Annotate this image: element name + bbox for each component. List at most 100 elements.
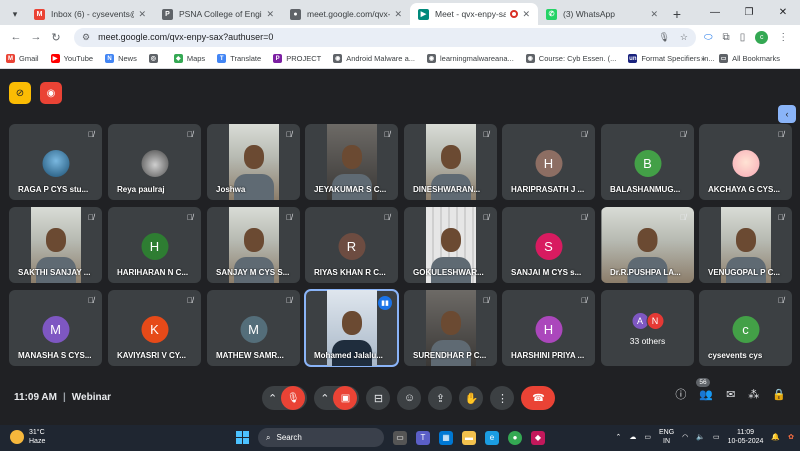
restore-icon[interactable]: ❐ [732,0,766,25]
all-bookmarks-folder[interactable]: ▭ All Bookmarks [719,54,780,63]
reactions-button[interactable]: ☺ [397,386,422,410]
participant-tile[interactable]: 🎙̸ SURENDHAR P C... [404,290,497,366]
reload-icon[interactable]: ↻ [46,31,66,44]
bookmark-star-icon[interactable]: ☆ [680,32,688,43]
participant-tile[interactable]: M 🎙̸ MATHEW SAMR... [207,290,300,366]
file-explorer-icon[interactable]: ▬ [462,430,476,445]
camera-control[interactable]: ⌃ ▣ [314,386,360,410]
side-panel-toggle-icon[interactable]: ‹ [778,105,796,123]
participant-tile[interactable]: M 🎙̸ MANASHA S CYS... [9,290,102,366]
participant-tile[interactable]: B 🎙̸ BALASHANMUG... [601,124,694,200]
host-video-lock-icon[interactable]: ⊘ [9,82,31,104]
wifi-icon[interactable]: ◠ [682,433,688,441]
audio-options-chevron-icon[interactable]: ⌃ [268,392,277,405]
weather-widget[interactable]: 31°C Haze [10,428,45,446]
minimize-icon[interactable]: — [698,0,732,25]
participant-tile[interactable]: 🎙̸ DINESHWARAN... [404,124,497,200]
language-indicator[interactable]: ENG IN [659,428,674,446]
participant-tile[interactable]: 🎙̸ VENUGOPAL P C... [699,207,792,283]
people-icon[interactable]: 👥 56 [696,377,713,401]
bookmark-item[interactable]: ◉ Course: Cyb Essen. (... [525,54,616,63]
task-view-icon[interactable]: ▭ [393,430,407,445]
participant-tile[interactable]: K 🎙̸ KAVIYASRI V CY... [108,290,201,366]
participant-tile[interactable]: S 🎙̸ SANJAI M CYS s... [502,207,595,283]
notification-bell-icon[interactable]: 🔔 [771,433,780,441]
forward-icon[interactable]: → [26,31,46,43]
participant-tile[interactable]: 🎙̸ SAKTHI SANJAY ... [9,207,102,283]
activities-icon[interactable]: ⁂ [748,388,759,401]
microphone-icon[interactable]: 🎙 [658,32,669,43]
recording-icon[interactable]: ◉ [40,82,62,104]
store-icon[interactable]: ▦ [439,430,453,445]
bookmark-item[interactable]: ◎ [148,54,162,63]
app-icon[interactable]: ◆ [531,430,545,445]
volume-icon[interactable]: 🔈 [696,433,705,441]
bookmark-item[interactable]: ◉ learningmalwareana... [427,54,514,63]
close-window-icon[interactable]: ✕ [766,0,800,25]
bookmark-item[interactable]: ◉ Android Malware a... [333,54,415,63]
participant-tile[interactable]: 🎙̸ AKCHAYA G CYS... [699,124,792,200]
extensions-icon[interactable]: ⧉ [723,32,730,43]
taskbar-search[interactable]: ⌕ Search [258,428,384,447]
clock-date[interactable]: 11:09 10-05-2024 [728,428,764,446]
leave-call-button[interactable]: ☎ [521,386,556,410]
back-icon[interactable]: ← [6,31,26,43]
menu-kebab-icon[interactable]: ⋮ [778,32,788,43]
battery-icon[interactable]: ▭ [713,433,720,441]
participant-tile[interactable]: 🎙̸ RAGA P CYS stu... [9,124,102,200]
new-tab-button[interactable]: + [666,3,688,25]
close-tab-icon[interactable]: ✕ [394,9,402,20]
participant-tile[interactable]: 🎙̸ Joshwa [207,124,300,200]
bookmark-item[interactable]: M Gmail [6,54,39,63]
participant-tile[interactable]: c 🎙̸ cysevents cys [699,290,792,366]
participant-tile[interactable]: R 🎙̸ RIYAS KHAN R C... [305,207,398,283]
close-tab-icon[interactable]: ✕ [650,9,658,20]
more-options-button[interactable]: ⋮ [490,386,515,410]
bookmark-item[interactable]: ◆ Maps [173,54,205,63]
extension-toggle-icon[interactable]: ⬭ [704,32,713,43]
bookmarks-overflow-icon[interactable]: » [701,54,705,63]
participant-tile[interactable]: 🎙̸ JEYAKUMAR S C... [305,124,398,200]
teams-icon[interactable]: T [416,430,430,445]
address-bar[interactable]: ⚙ meet.google.com/qvx-enpy-sax?authuser=… [74,27,696,47]
raise-hand-button[interactable]: ✋ [459,386,484,410]
mic-off-icon[interactable]: 🎙 [281,386,306,410]
participant-tile[interactable]: 🎙̸ GOKULESHWAR... [404,207,497,283]
color-app-icon[interactable]: ✿ [788,433,794,441]
meeting-info-icon[interactable]: ⓘ [675,386,686,402]
host-controls-icon[interactable]: 🔒 [772,388,786,401]
profile-avatar[interactable]: c [755,30,769,44]
close-tab-icon[interactable]: ✕ [522,9,530,20]
browser-tab[interactable]: M Inbox (6) - cysevents@psnacet ✕ [26,3,154,25]
present-button[interactable]: ⇪ [428,386,453,410]
tab-search-icon[interactable]: ▾ [4,3,26,25]
chat-icon[interactable]: ✉ [726,388,735,401]
participant-tile[interactable]: H 🎙̸ HARSHINI PRIYA ... [502,290,595,366]
edge-icon[interactable]: e [485,430,499,445]
video-options-chevron-icon[interactable]: ⌃ [320,392,329,405]
participant-tile[interactable]: 🎙̸ Reya paulraj [108,124,201,200]
bookmark-item[interactable]: N News [105,54,137,63]
mic-control[interactable]: ⌃ 🎙 [262,386,308,410]
participant-tile[interactable]: H 🎙̸ HARIPRASATH J ... [502,124,595,200]
tray-overflow-icon[interactable]: ⌃ [615,433,621,441]
browser-tab[interactable]: ● meet.google.com/qvx-enpy✕ [282,3,410,25]
participant-tile[interactable]: ▮▮ Mohamed Jalalu... [304,289,399,367]
chrome-icon[interactable]: ● [508,430,522,445]
site-info-icon[interactable]: ⚙ [82,32,90,43]
browser-tab[interactable]: ✆ (3) WhatsApp ✕ [538,3,666,25]
captions-button[interactable]: ⊟ [366,386,391,410]
close-tab-icon[interactable]: ✕ [138,9,146,20]
participant-tile[interactable]: 🎙̸ SANJAY M CYS S... [207,207,300,283]
cloud-icon[interactable]: ☁ [629,433,636,441]
participant-tile[interactable]: 🎙̸ Dr.R.PUSHPA LA... [601,207,694,283]
browser-tab[interactable]: ▶ Meet - qvx-enpy-sax ✕ [410,3,538,25]
windows-start-icon[interactable] [236,431,249,444]
url-text[interactable]: meet.google.com/qvx-enpy-sax?authuser=0 [98,32,648,42]
close-tab-icon[interactable]: ✕ [266,9,274,20]
participant-tile[interactable]: H 🎙̸ HARIHARAN N C... [108,207,201,283]
participant-tile[interactable]: A N 33 others [601,290,694,366]
bookmark-item[interactable]: T Translate [217,54,261,63]
sidepanel-icon[interactable]: ▯ [740,32,746,43]
camera-off-icon[interactable]: ▣ [333,386,358,410]
